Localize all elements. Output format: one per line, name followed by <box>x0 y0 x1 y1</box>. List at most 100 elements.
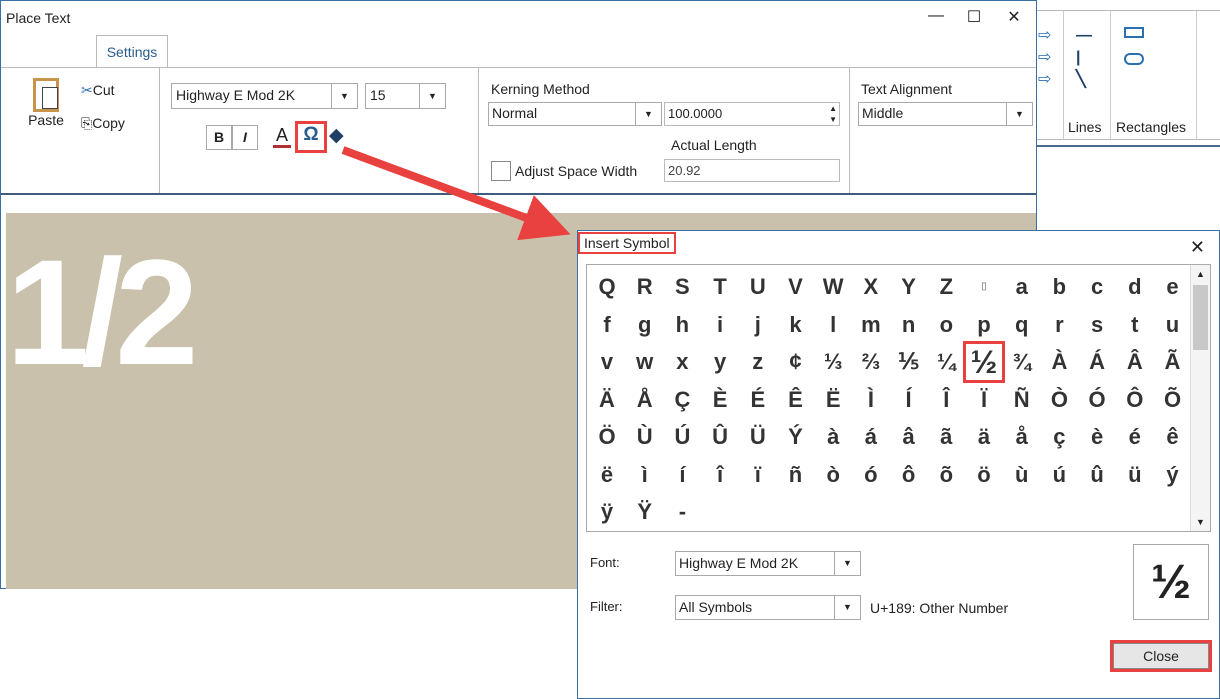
symbol-cell[interactable]: û <box>1079 457 1115 493</box>
symbol-cell[interactable]: Á <box>1079 344 1115 380</box>
filter-select[interactable]: All Symbols ▼ <box>675 595 861 620</box>
symbol-cell[interactable]: Ë <box>815 382 851 418</box>
scroll-down-icon[interactable]: ▼ <box>1191 517 1210 527</box>
symbol-cell[interactable]: y <box>702 344 738 380</box>
scroll-up-icon[interactable]: ▲ <box>1191 269 1210 279</box>
vertical-scrollbar[interactable]: ▲ ▼ <box>1190 265 1210 531</box>
symbol-cell[interactable]: s <box>1079 307 1115 343</box>
symbol-cell[interactable]: ã <box>928 419 964 455</box>
symbol-cell[interactable]: X <box>853 269 889 305</box>
symbol-cell[interactable]: â <box>891 419 927 455</box>
symbol-cell[interactable]: ⅔ <box>853 344 889 380</box>
symbol-cell[interactable]: Õ <box>1155 382 1191 418</box>
symbol-cell[interactable]: É <box>740 382 776 418</box>
symbol-cell[interactable]: h <box>664 307 700 343</box>
symbol-cell[interactable]: Â <box>1117 344 1153 380</box>
symbol-cell-selected[interactable]: ½ <box>963 341 1005 383</box>
symbol-cell[interactable]: z <box>740 344 776 380</box>
symbol-cell[interactable]: ä <box>966 419 1002 455</box>
symbol-cell[interactable]: r <box>1041 307 1077 343</box>
symbol-cell[interactable]: î <box>702 457 738 493</box>
symbol-cell[interactable]: ö <box>966 457 1002 493</box>
symbol-cell[interactable]: Û <box>702 419 738 455</box>
symbol-cell[interactable]: Ì <box>853 382 889 418</box>
symbol-cell[interactable]: Ä <box>589 382 625 418</box>
symbol-cell[interactable]: Y <box>891 269 927 305</box>
symbol-cell[interactable]: Ã <box>1155 344 1191 380</box>
symbol-cell[interactable]: ▯ <box>966 269 1002 305</box>
symbol-cell[interactable]: u <box>1155 307 1191 343</box>
symbol-cell[interactable]: ù <box>1004 457 1040 493</box>
symbol-cell[interactable]: k <box>778 307 814 343</box>
symbol-cell[interactable]: Ÿ <box>627 494 663 530</box>
symbol-cell[interactable]: ê <box>1155 419 1191 455</box>
symbol-cell[interactable]: Î <box>928 382 964 418</box>
symbol-cell[interactable]: Ó <box>1079 382 1115 418</box>
symbol-cell[interactable]: í <box>664 457 700 493</box>
symbol-cell[interactable]: ú <box>1041 457 1077 493</box>
symbol-cell[interactable]: c <box>1079 269 1115 305</box>
symbol-cell[interactable]: ï <box>740 457 776 493</box>
symbol-cell[interactable]: À <box>1041 344 1077 380</box>
symbol-cell[interactable]: Ê <box>778 382 814 418</box>
symbol-cell[interactable]: ⅕ <box>891 344 927 380</box>
scrollbar-thumb[interactable] <box>1193 285 1208 350</box>
symbol-cell[interactable]: T <box>702 269 738 305</box>
symbol-cell[interactable]: á <box>853 419 889 455</box>
close-button[interactable]: Close <box>1110 640 1212 672</box>
symbol-cell[interactable]: ⅓ <box>815 344 851 380</box>
symbol-cell[interactable]: a <box>1004 269 1040 305</box>
symbol-cell[interactable]: ì <box>627 457 663 493</box>
symbol-cell[interactable]: f <box>589 307 625 343</box>
symbol-cell[interactable]: p <box>966 307 1002 343</box>
symbol-cell[interactable]: l <box>815 307 851 343</box>
symbol-cell[interactable]: è <box>1079 419 1115 455</box>
symbol-cell[interactable]: Ç <box>664 382 700 418</box>
symbol-font-select[interactable]: Highway E Mod 2K ▼ <box>675 551 861 576</box>
symbol-cell[interactable]: i <box>702 307 738 343</box>
symbol-cell[interactable]: È <box>702 382 738 418</box>
symbol-cell[interactable]: V <box>778 269 814 305</box>
symbol-cell[interactable]: U <box>740 269 776 305</box>
symbol-cell[interactable]: ÿ <box>589 494 625 530</box>
symbol-cell[interactable]: Z <box>928 269 964 305</box>
symbol-cell[interactable]: Ú <box>664 419 700 455</box>
symbol-cell[interactable]: Ï <box>966 382 1002 418</box>
symbol-cell[interactable]: Ý <box>778 419 814 455</box>
symbol-cell[interactable]: ô <box>891 457 927 493</box>
symbol-cell[interactable]: ñ <box>778 457 814 493</box>
symbol-cell[interactable]: b <box>1041 269 1077 305</box>
symbol-cell[interactable]: e <box>1155 269 1191 305</box>
symbol-cell[interactable]: ¢ <box>778 344 814 380</box>
symbol-cell[interactable]: x <box>664 344 700 380</box>
symbol-cell[interactable]: d <box>1117 269 1153 305</box>
symbol-cell[interactable]: Q <box>589 269 625 305</box>
symbol-cell[interactable]: o <box>928 307 964 343</box>
symbol-cell[interactable]: Ñ <box>1004 382 1040 418</box>
symbol-cell[interactable]: ë <box>589 457 625 493</box>
symbol-cell[interactable]: Ü <box>740 419 776 455</box>
symbol-cell[interactable]: ¾ <box>1004 344 1040 380</box>
symbol-cell[interactable]: Ô <box>1117 382 1153 418</box>
symbol-cell[interactable]: Å <box>627 382 663 418</box>
symbol-cell[interactable]: - <box>664 494 700 530</box>
symbol-cell[interactable]: S <box>664 269 700 305</box>
symbol-cell[interactable]: ç <box>1041 419 1077 455</box>
symbol-cell[interactable]: å <box>1004 419 1040 455</box>
symbol-cell[interactable]: W <box>815 269 851 305</box>
symbol-cell[interactable]: ó <box>853 457 889 493</box>
symbol-cell[interactable]: õ <box>928 457 964 493</box>
symbol-cell[interactable]: R <box>627 269 663 305</box>
symbol-cell[interactable]: t <box>1117 307 1153 343</box>
symbol-cell[interactable]: ¼ <box>928 344 964 380</box>
close-icon[interactable]: ✕ <box>1190 237 1205 258</box>
symbol-cell[interactable]: v <box>589 344 625 380</box>
symbol-cell[interactable]: à <box>815 419 851 455</box>
symbol-cell[interactable]: g <box>627 307 663 343</box>
symbol-cell[interactable]: ý <box>1155 457 1191 493</box>
symbol-cell[interactable]: m <box>853 307 889 343</box>
symbol-cell[interactable]: é <box>1117 419 1153 455</box>
symbol-cell[interactable]: ü <box>1117 457 1153 493</box>
symbol-cell[interactable]: Ò <box>1041 382 1077 418</box>
symbol-cell[interactable]: Ù <box>627 419 663 455</box>
